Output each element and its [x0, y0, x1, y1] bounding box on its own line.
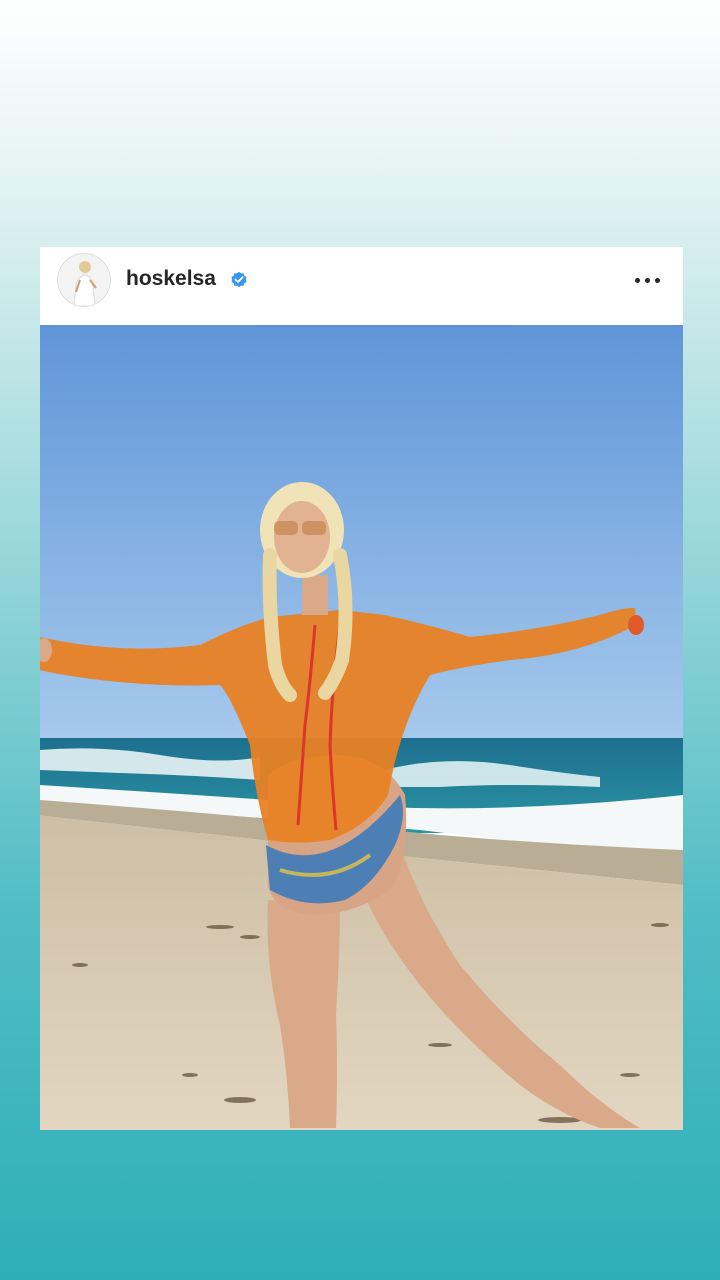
post-photo[interactable]: [40, 325, 683, 1130]
more-options-button[interactable]: [633, 267, 663, 293]
avatar-image: [58, 254, 110, 306]
username[interactable]: hoskelsa: [126, 267, 216, 291]
avatar[interactable]: [58, 254, 110, 306]
story-post-card[interactable]: hoskelsa: [40, 247, 683, 1130]
verified-badge-icon: [231, 271, 247, 288]
post-header: hoskelsa: [40, 247, 683, 325]
